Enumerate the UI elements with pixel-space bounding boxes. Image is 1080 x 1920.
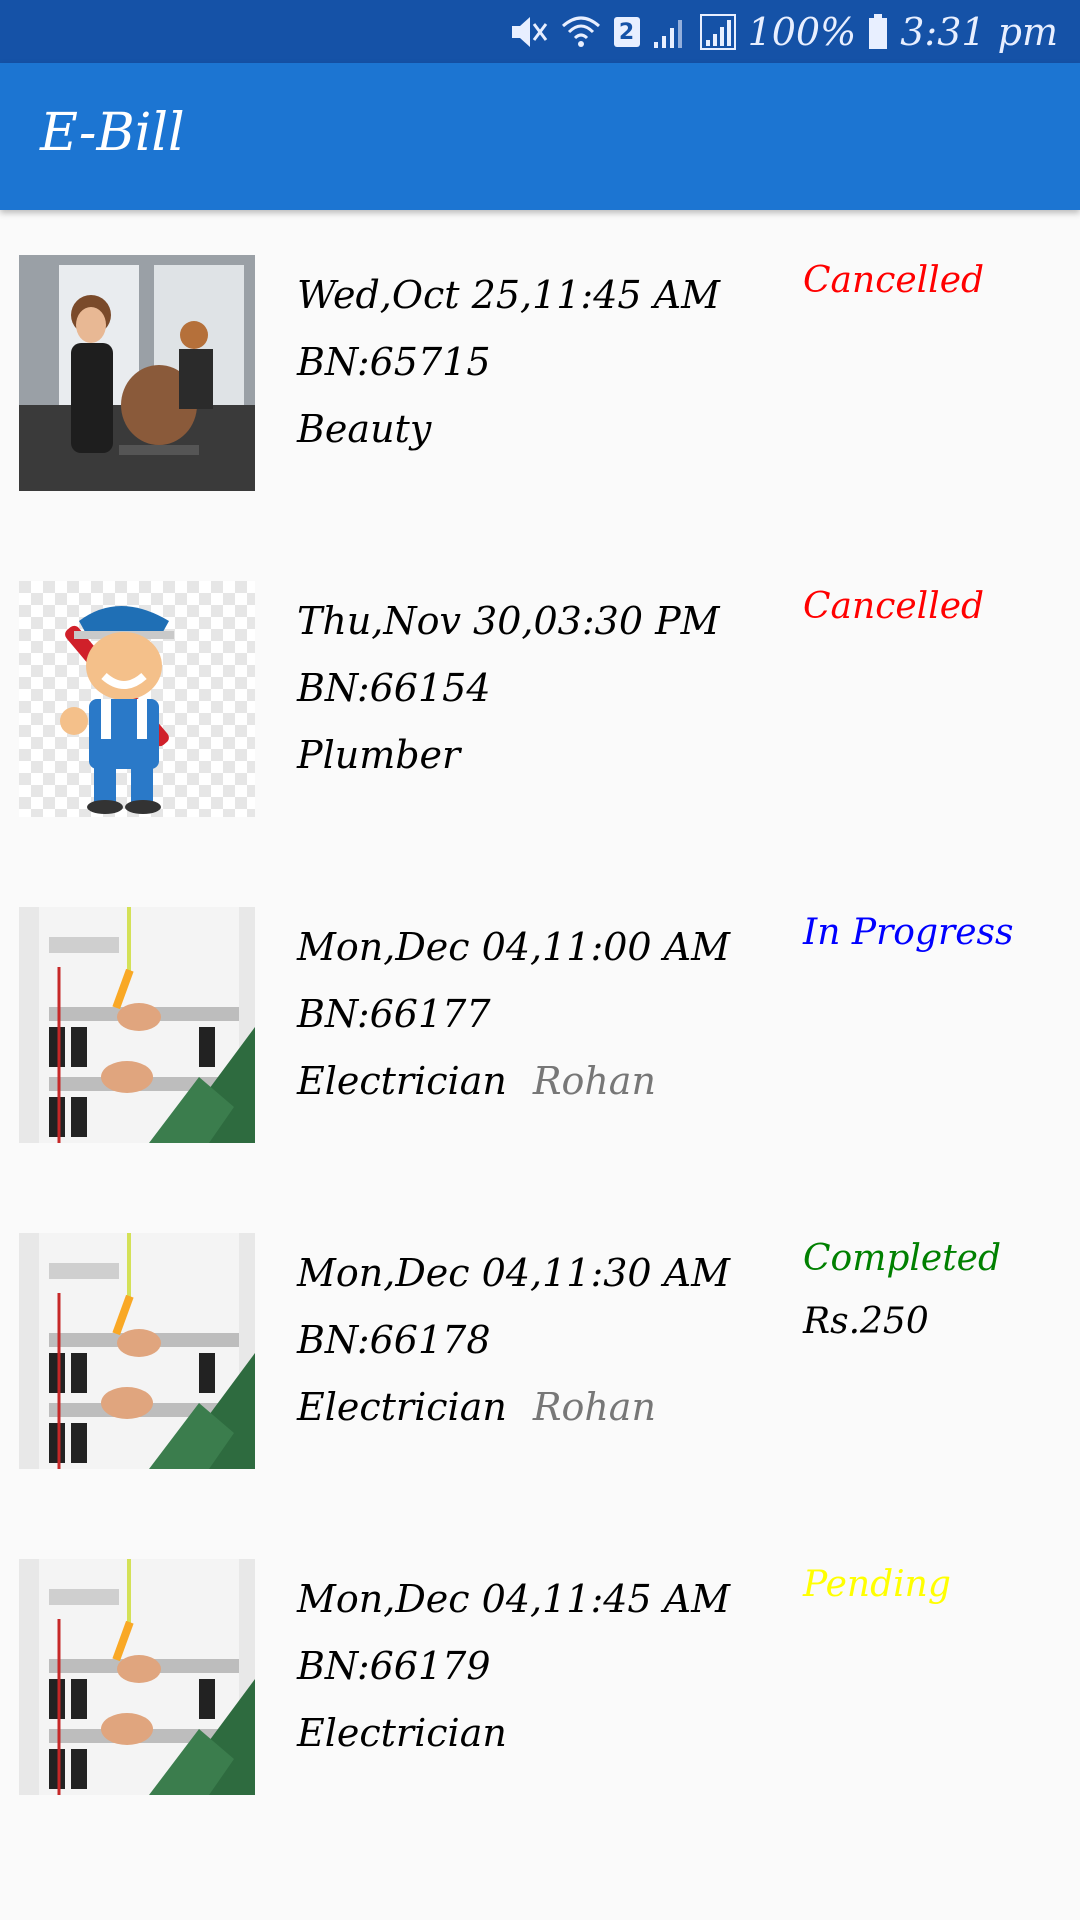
booking-bill-number: BN:65715 bbox=[297, 340, 491, 384]
booking-info: Mon,Dec 04,11:00 AM BN:66177 Electrician… bbox=[297, 914, 730, 1115]
booking-info: Mon,Dec 04,11:45 AM BN:66179 Electrician bbox=[297, 1566, 730, 1767]
booking-row[interactable]: Mon,Dec 04,11:45 AM BN:66179 Electrician… bbox=[0, 1514, 1080, 1840]
booking-service: Plumber bbox=[297, 733, 461, 777]
amount-label: Rs.250 bbox=[803, 1301, 929, 1342]
battery-percent: 100% bbox=[747, 10, 857, 54]
booking-service-line: Electrician Rohan bbox=[297, 1374, 730, 1441]
electrician-thumbnail bbox=[19, 907, 255, 1143]
status-label: Cancelled bbox=[803, 586, 985, 627]
booking-info: Wed,Oct 25,11:45 AM BN:65715 Beauty bbox=[297, 262, 720, 463]
booking-bill-number: BN:66177 bbox=[297, 992, 491, 1036]
sim-badge: 2 bbox=[613, 17, 640, 47]
booking-service: Electrician bbox=[297, 1385, 507, 1429]
mute-icon bbox=[508, 14, 548, 50]
booking-service: Beauty bbox=[297, 407, 432, 451]
booking-datetime: Mon,Dec 04,11:00 AM bbox=[297, 925, 731, 969]
signal-icon bbox=[652, 14, 688, 50]
clock: 3:31 pm bbox=[900, 10, 1058, 54]
booking-row[interactable]: Thu,Nov 30,03:30 PM BN:66154 Plumber Can… bbox=[0, 536, 1080, 862]
booking-datetime: Wed,Oct 25,11:45 AM bbox=[297, 273, 721, 317]
salon-thumbnail bbox=[19, 255, 255, 491]
booking-service: Electrician bbox=[297, 1711, 507, 1755]
plumber-thumbnail bbox=[19, 581, 255, 817]
status-icons: 2 100% 3:31 pm bbox=[508, 6, 1058, 58]
status-label: Completed bbox=[803, 1238, 1002, 1279]
booking-info: Thu,Nov 30,03:30 PM BN:66154 Plumber bbox=[297, 588, 720, 789]
wifi-icon bbox=[560, 14, 602, 50]
status-label: In Progress bbox=[803, 912, 1014, 953]
signal-icon bbox=[699, 14, 736, 50]
booking-bill-number: BN:66154 bbox=[297, 666, 491, 710]
status-label: Cancelled bbox=[803, 260, 985, 301]
status-bar: 2 100% 3:31 pm bbox=[0, 0, 1080, 63]
booking-datetime: Mon,Dec 04,11:30 AM bbox=[297, 1251, 731, 1295]
status-label: Pending bbox=[803, 1564, 951, 1605]
electrician-thumbnail bbox=[19, 1559, 255, 1795]
booking-row[interactable]: Mon,Dec 04,11:00 AM BN:66177 Electrician… bbox=[0, 862, 1080, 1188]
booking-info: Mon,Dec 04,11:30 AM BN:66178 Electrician… bbox=[297, 1240, 730, 1441]
worker-name: Rohan bbox=[532, 1059, 656, 1103]
app-title: E-Bill bbox=[40, 103, 185, 163]
battery-icon bbox=[868, 14, 888, 50]
booking-bill-number: BN:66179 bbox=[297, 1644, 491, 1688]
booking-row[interactable]: Mon,Dec 04,11:30 AM BN:66178 Electrician… bbox=[0, 1188, 1080, 1514]
booking-service-line: Electrician Rohan bbox=[297, 1048, 730, 1115]
booking-datetime: Mon,Dec 04,11:45 AM bbox=[297, 1577, 731, 1621]
booking-bill-number: BN:66178 bbox=[297, 1318, 491, 1362]
electrician-thumbnail bbox=[19, 1233, 255, 1469]
booking-row[interactable]: Wed,Oct 25,11:45 AM BN:65715 Beauty Canc… bbox=[0, 210, 1080, 536]
app-bar: E-Bill bbox=[0, 63, 1080, 210]
booking-datetime: Thu,Nov 30,03:30 PM bbox=[297, 599, 720, 643]
worker-name: Rohan bbox=[532, 1385, 656, 1429]
booking-service: Electrician bbox=[297, 1059, 507, 1103]
